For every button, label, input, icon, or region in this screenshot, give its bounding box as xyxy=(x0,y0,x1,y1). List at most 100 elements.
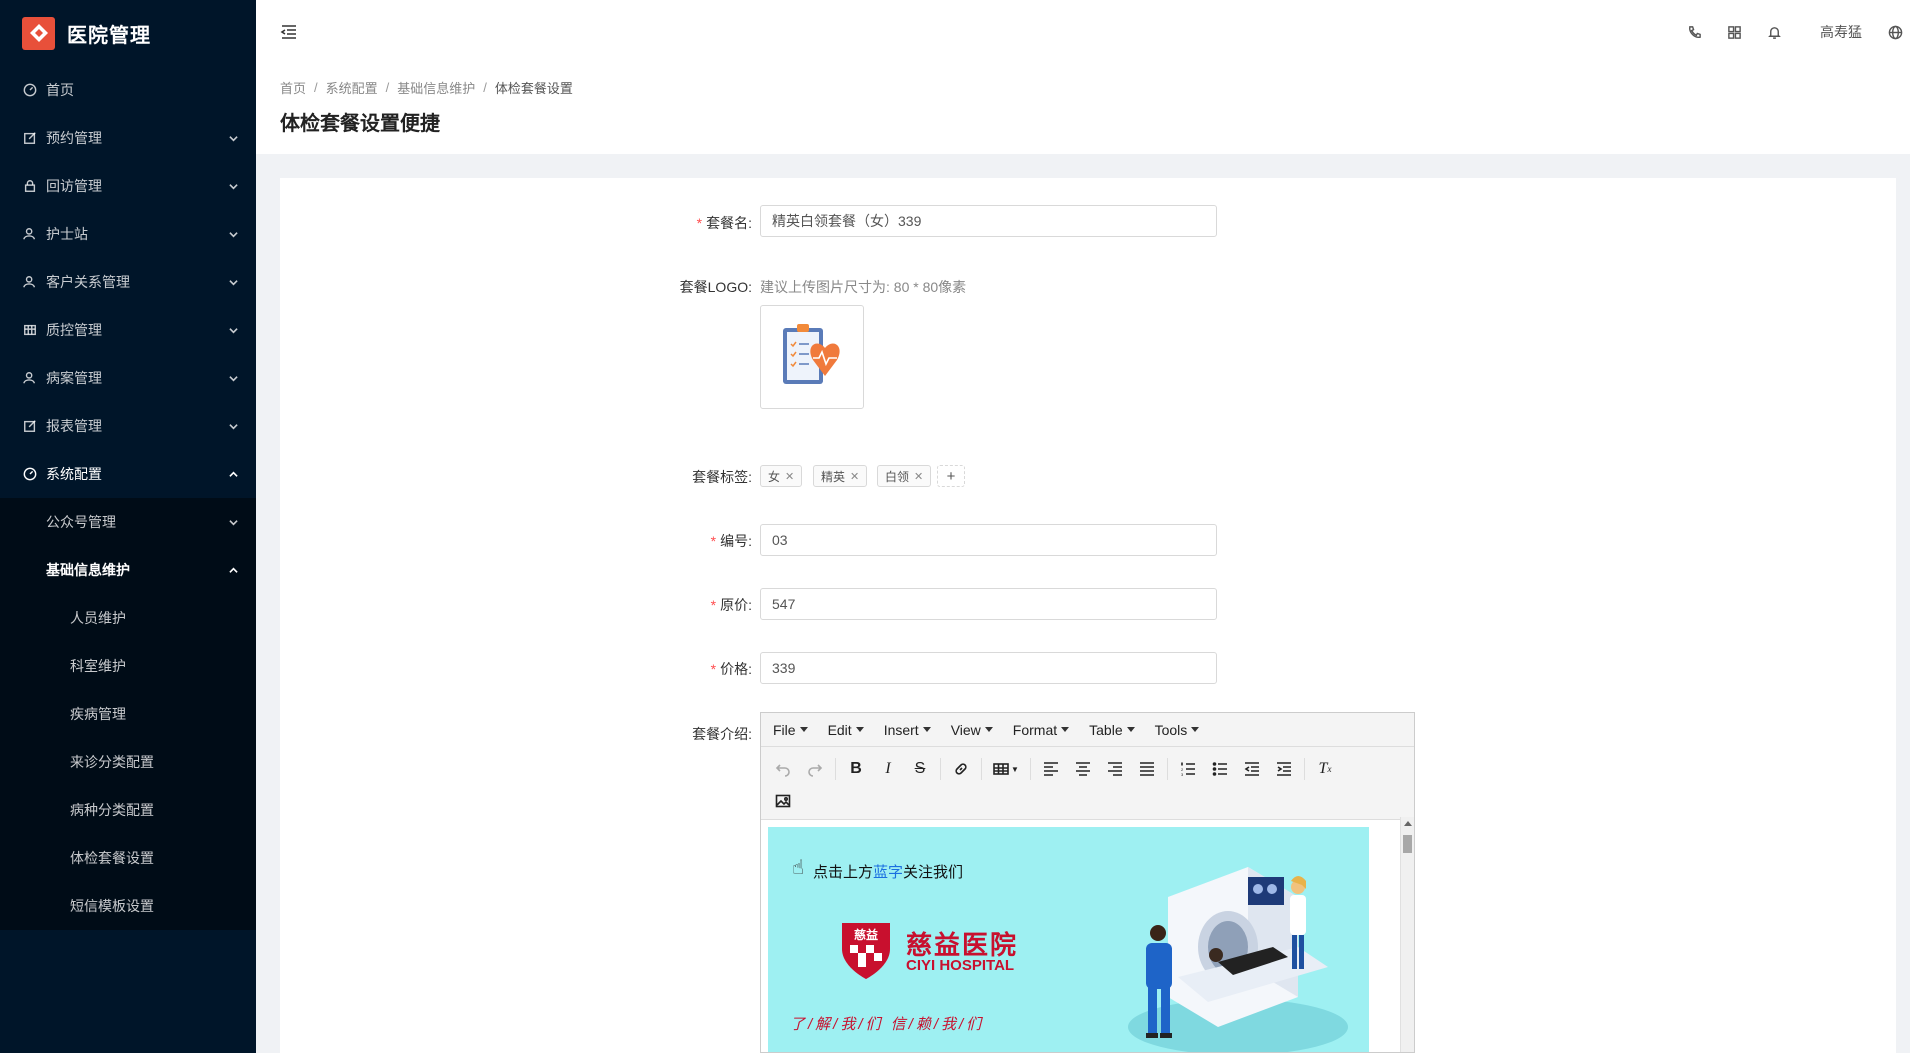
menu-file[interactable]: File xyxy=(773,722,808,738)
breadcrumb-separator: / xyxy=(385,80,390,95)
breadcrumb-item[interactable]: 基础信息维护 xyxy=(397,78,475,97)
sidebar-item-system-config[interactable]: 系统配置 xyxy=(0,450,256,498)
close-icon[interactable]: ✕ xyxy=(914,470,923,483)
package-name-input[interactable] xyxy=(760,205,1217,237)
app-logo[interactable]: 医院管理 xyxy=(0,0,256,66)
menu-tools[interactable]: Tools xyxy=(1155,722,1200,738)
indent-icon[interactable] xyxy=(1268,755,1300,783)
price-input[interactable] xyxy=(760,652,1217,684)
add-tag-button[interactable]: + xyxy=(937,465,965,487)
breadcrumb-item[interactable]: 首页 xyxy=(280,78,306,97)
label-text: 价格: xyxy=(720,661,752,677)
align-right-icon[interactable] xyxy=(1099,755,1131,783)
editor-toolbar: B I S ▼ 23 Tx xyxy=(761,747,1414,820)
close-icon[interactable]: ✕ xyxy=(850,470,859,483)
sidebar-item-label: 病种分类配置 xyxy=(70,802,154,818)
sidebar-item-basic-info[interactable]: 基础信息维护 xyxy=(0,546,256,594)
pointing-hand-icon: ☝ xyxy=(792,857,805,879)
shield-badge-text: 慈益 xyxy=(854,927,878,942)
menu-table[interactable]: Table xyxy=(1089,722,1135,738)
close-icon[interactable]: ✕ xyxy=(785,470,794,483)
breadcrumb-current: 体检套餐设置 xyxy=(494,81,573,96)
toolbar-separator xyxy=(1304,758,1305,780)
chevron-down-icon xyxy=(228,277,238,287)
logo-upload[interactable] xyxy=(760,305,864,409)
menu-format[interactable]: Format xyxy=(1013,722,1070,738)
sidebar-item-staff[interactable]: 人员维护 xyxy=(0,594,256,642)
follow-blue-word: 蓝字 xyxy=(873,864,904,881)
code-input[interactable] xyxy=(760,524,1217,556)
sidebar-item-quality[interactable]: 质控管理 xyxy=(0,306,256,354)
apps-grid-icon[interactable] xyxy=(1714,0,1754,64)
sidebar-item-visit-category[interactable]: 来诊分类配置 xyxy=(0,738,256,786)
menu-edit[interactable]: Edit xyxy=(828,722,864,738)
sidebar-item-label: 病案管理 xyxy=(46,370,102,386)
bold-icon[interactable]: B xyxy=(840,755,872,783)
editor-scrollbar[interactable] xyxy=(1400,817,1414,1052)
menu-view[interactable]: View xyxy=(951,722,993,738)
sidebar-item-crm[interactable]: 客户关系管理 xyxy=(0,258,256,306)
outdent-icon[interactable] xyxy=(1236,755,1268,783)
phone-icon[interactable] xyxy=(1674,0,1714,64)
toolbar-separator xyxy=(981,758,982,780)
original-price-label: * 原价: xyxy=(552,595,752,615)
strikethrough-icon[interactable]: S xyxy=(904,755,936,783)
toolbar-separator xyxy=(835,758,836,780)
original-price-input[interactable] xyxy=(760,588,1217,620)
required-mark: * xyxy=(696,215,703,231)
chevron-down-icon xyxy=(228,421,238,431)
sidebar-item-label: 体检套餐设置 xyxy=(70,850,154,866)
sidebar-item-nurse-station[interactable]: 护士站 xyxy=(0,210,256,258)
menu-label: Insert xyxy=(883,721,919,738)
align-justify-icon[interactable] xyxy=(1131,755,1163,783)
align-left-icon[interactable] xyxy=(1035,755,1067,783)
image-icon[interactable] xyxy=(767,787,799,815)
menu-label: View xyxy=(950,721,981,738)
bullet-list-icon[interactable] xyxy=(1204,755,1236,783)
sidebar-item-label: 人员维护 xyxy=(70,610,126,626)
sidebar-item-home[interactable]: 首页 xyxy=(0,66,256,114)
tag-text: 白领 xyxy=(885,469,910,484)
sidebar-item-label: 疾病管理 xyxy=(70,706,126,722)
sidebar-item-disease-category[interactable]: 病种分类配置 xyxy=(0,786,256,834)
hospital-slogan: 了/解/我/们 信/赖/我/们 xyxy=(790,1016,985,1033)
table-icon[interactable]: ▼ xyxy=(986,755,1026,783)
username[interactable]: 高寿猛 xyxy=(1820,22,1862,42)
chevron-down-icon xyxy=(228,181,238,191)
globe-icon[interactable] xyxy=(1880,0,1910,64)
sidebar-item-records[interactable]: 病案管理 xyxy=(0,354,256,402)
bell-icon[interactable] xyxy=(1754,0,1794,64)
sidebar-item-sms-template[interactable]: 短信模板设置 xyxy=(0,882,256,930)
sidebar-item-wechat[interactable]: 公众号管理 xyxy=(0,498,256,546)
dashboard-icon xyxy=(22,82,38,98)
sidebar-item-diseases[interactable]: 疾病管理 xyxy=(0,690,256,738)
tag-white-collar: 白领 ✕ xyxy=(877,465,932,487)
italic-icon[interactable]: I xyxy=(872,755,904,783)
align-center-icon[interactable] xyxy=(1067,755,1099,783)
menu-insert[interactable]: Insert xyxy=(884,722,931,738)
scroll-thumb[interactable] xyxy=(1403,835,1412,853)
link-icon[interactable] xyxy=(945,755,977,783)
sidebar-item-followup[interactable]: 回访管理 xyxy=(0,162,256,210)
sidebar-item-departments[interactable]: 科室维护 xyxy=(0,642,256,690)
numbered-list-icon[interactable]: 23 xyxy=(1172,755,1204,783)
user-icon xyxy=(22,274,38,290)
sidebar-item-checkup-package[interactable]: 体检套餐设置 xyxy=(0,834,256,882)
scroll-up-icon[interactable] xyxy=(1404,821,1412,826)
user-icon xyxy=(22,370,38,386)
breadcrumb: 首页 / 系统配置 / 基础信息维护 / 体检套餐设置 xyxy=(280,78,1886,97)
required-mark: * xyxy=(710,661,717,677)
undo-icon[interactable] xyxy=(767,755,799,783)
menu-fold-icon[interactable] xyxy=(278,21,300,43)
menu-label: File xyxy=(773,721,796,738)
sidebar-item-appointment[interactable]: 预约管理 xyxy=(0,114,256,162)
sidebar-item-label: 客户关系管理 xyxy=(46,274,130,290)
clear-format-icon[interactable]: Tx xyxy=(1309,755,1341,783)
breadcrumb-item[interactable]: 系统配置 xyxy=(326,78,378,97)
hospital-name-en: CIYI HOSPITAL xyxy=(906,957,1015,974)
sidebar-item-reports[interactable]: 报表管理 xyxy=(0,402,256,450)
plus-icon: + xyxy=(946,467,956,485)
redo-icon[interactable] xyxy=(799,755,831,783)
package-logo-label: 套餐LOGO: xyxy=(679,279,752,295)
editor-content[interactable]: ☝ 点击上方蓝字关注我们 慈益 慈益医院 CIYI HOSPITAL 了/解/我… xyxy=(768,827,1369,1052)
